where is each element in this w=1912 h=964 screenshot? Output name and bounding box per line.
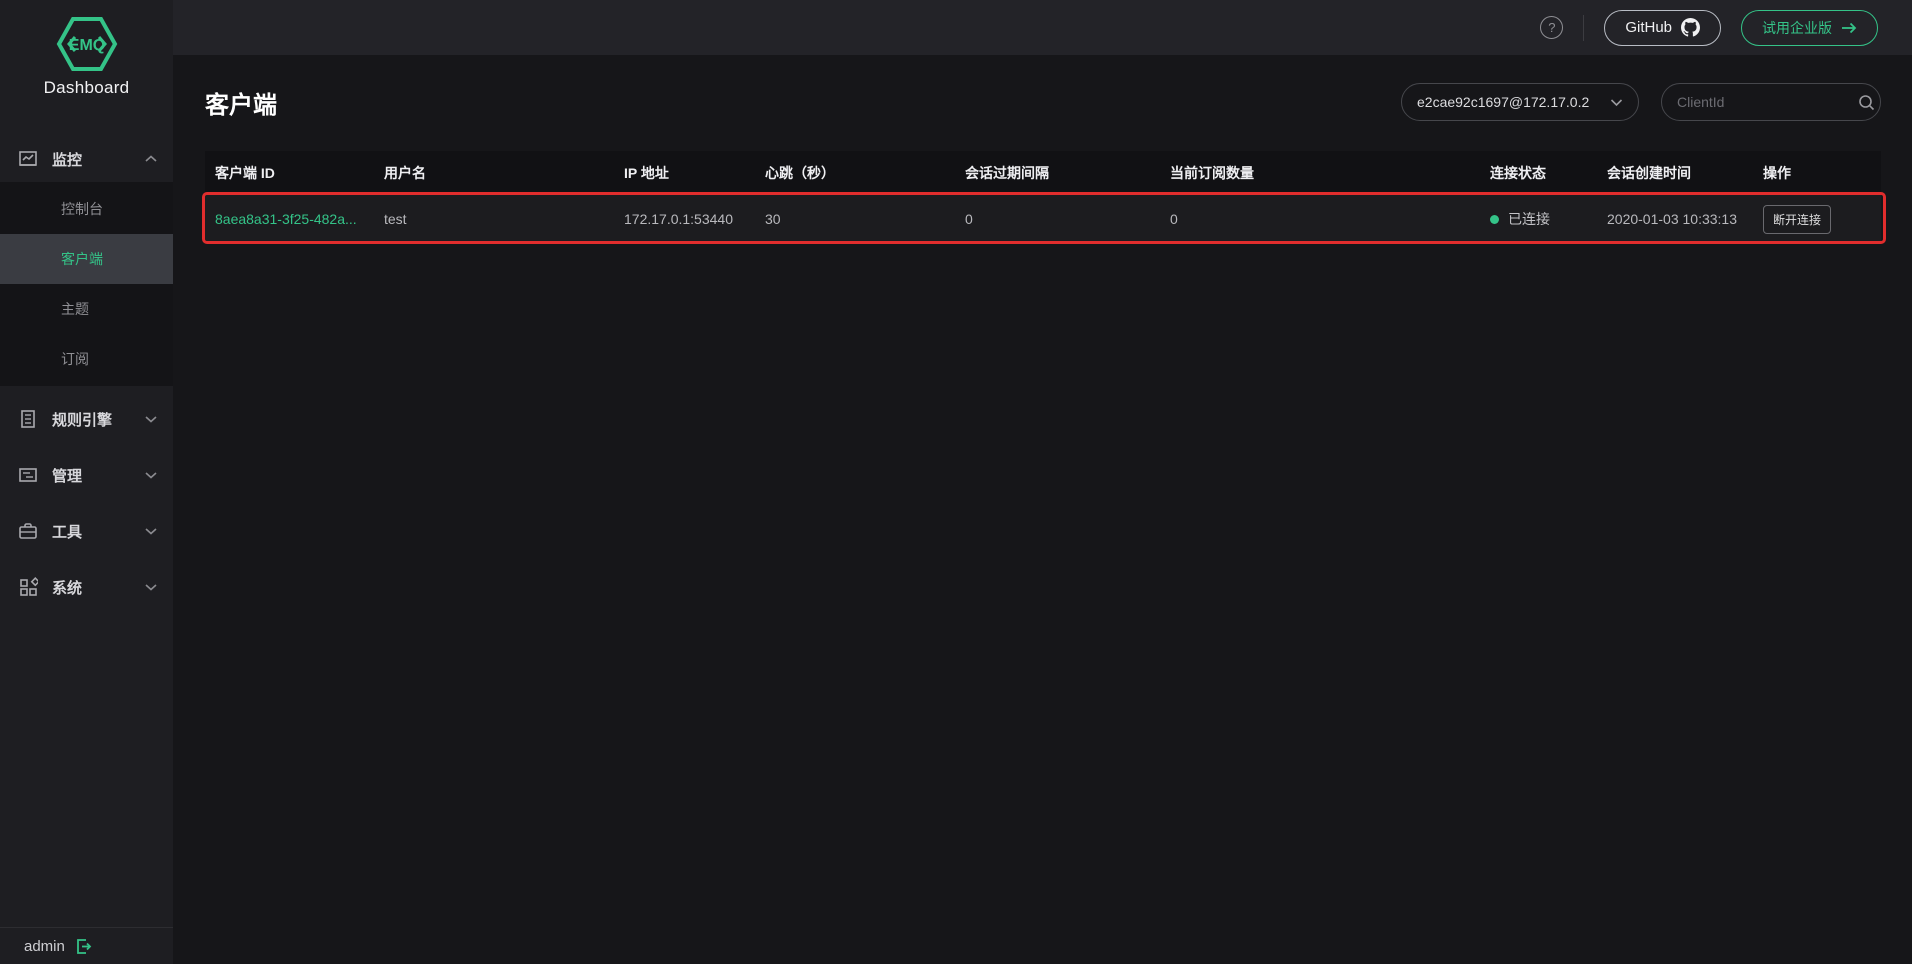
app-title: Dashboard bbox=[0, 78, 173, 98]
sidebar-footer: admin bbox=[0, 927, 173, 964]
header-controls: e2cae92c1697@172.17.0.2 bbox=[1401, 83, 1881, 121]
sidebar-item-subscriptions[interactable]: 订阅 bbox=[0, 334, 173, 384]
sidebar-item-topics[interactable]: 主题 bbox=[0, 284, 173, 334]
username: admin bbox=[24, 938, 65, 955]
sidebar-item-label: 规则引擎 bbox=[52, 409, 112, 430]
sidebar: EMQ Dashboard 监控 控制台 客户端 主题 订阅 规则引擎 bbox=[0, 0, 173, 964]
col-actions: 操作 bbox=[1753, 151, 1881, 194]
connected-dot-icon bbox=[1490, 215, 1499, 224]
sidebar-item-monitor[interactable]: 监控 bbox=[0, 136, 173, 182]
table-row: 8aea8a31-3f25-482a... test 172.17.0.1:53… bbox=[205, 194, 1881, 244]
client-id-link[interactable]: 8aea8a31-3f25-482a... bbox=[215, 211, 357, 227]
submenu-label: 控制台 bbox=[61, 199, 103, 219]
svg-text:EMQ: EMQ bbox=[68, 37, 104, 54]
sidebar-item-overview[interactable]: 控制台 bbox=[0, 184, 173, 234]
clients-table: 客户端 ID 用户名 IP 地址 心跳（秒） 会话过期间隔 当前订阅数量 连接状… bbox=[205, 151, 1881, 244]
try-enterprise-label: 试用企业版 bbox=[1762, 18, 1832, 38]
management-icon bbox=[18, 465, 38, 485]
emq-logo-icon: EMQ bbox=[56, 16, 118, 72]
cell-heartbeat: 30 bbox=[755, 194, 955, 244]
node-select-value: e2cae92c1697@172.17.0.2 bbox=[1417, 94, 1589, 110]
logout-icon[interactable] bbox=[75, 938, 92, 955]
page-title: 客户端 bbox=[205, 85, 277, 120]
chevron-down-icon bbox=[145, 471, 157, 479]
arrow-right-icon bbox=[1841, 22, 1857, 34]
sidebar-item-system[interactable]: 系统 bbox=[0, 564, 173, 610]
sidebar-item-label: 工具 bbox=[52, 521, 82, 542]
submenu-label: 主题 bbox=[61, 299, 89, 319]
cell-subscriptions: 0 bbox=[1160, 194, 1480, 244]
col-status: 连接状态 bbox=[1480, 151, 1597, 194]
sidebar-item-label: 系统 bbox=[52, 577, 82, 598]
github-icon bbox=[1681, 18, 1700, 37]
monitor-submenu: 控制台 客户端 主题 订阅 bbox=[0, 182, 173, 386]
sidebar-item-tools[interactable]: 工具 bbox=[0, 508, 173, 554]
client-search bbox=[1661, 83, 1881, 121]
main-content: 客户端 e2cae92c1697@172.17.0.2 bbox=[173, 55, 1912, 964]
submenu-label: 订阅 bbox=[61, 349, 89, 369]
emqx-dashboard-page: { "colors": { "accent": "#34c388", "anno… bbox=[0, 0, 1912, 964]
sidebar-item-rule-engine[interactable]: 规则引擎 bbox=[0, 396, 173, 442]
chevron-up-icon bbox=[145, 155, 157, 163]
cell-created-at: 2020-01-03 10:33:13 bbox=[1597, 194, 1753, 244]
sidebar-item-clients[interactable]: 客户端 bbox=[0, 234, 173, 284]
node-select[interactable]: e2cae92c1697@172.17.0.2 bbox=[1401, 83, 1639, 121]
cell-status: 已连接 bbox=[1480, 194, 1597, 244]
topbar-divider bbox=[1583, 15, 1584, 41]
cell-session-expiry: 0 bbox=[955, 194, 1160, 244]
col-heartbeat: 心跳（秒） bbox=[755, 151, 955, 194]
chevron-down-icon bbox=[145, 583, 157, 591]
github-button[interactable]: GitHub bbox=[1604, 10, 1721, 46]
chevron-down-icon bbox=[145, 527, 157, 535]
sidebar-menu: 监控 控制台 客户端 主题 订阅 规则引擎 管理 bbox=[0, 136, 173, 927]
cell-username: test bbox=[374, 194, 614, 244]
col-created-at: 会话创建时间 bbox=[1597, 151, 1753, 194]
sidebar-item-label: 监控 bbox=[52, 149, 82, 170]
github-button-label: GitHub bbox=[1625, 19, 1672, 36]
cell-actions: 断开连接 bbox=[1753, 194, 1881, 244]
monitor-icon bbox=[18, 149, 38, 169]
col-session-expiry: 会话过期间隔 bbox=[955, 151, 1160, 194]
help-icon[interactable]: ? bbox=[1540, 16, 1563, 39]
help-glyph: ? bbox=[1548, 20, 1555, 35]
col-client-id: 客户端 ID bbox=[205, 151, 374, 194]
submenu-label: 客户端 bbox=[61, 249, 103, 269]
chevron-down-icon bbox=[145, 415, 157, 423]
cell-ip: 172.17.0.1:53440 bbox=[614, 194, 755, 244]
table-header-row: 客户端 ID 用户名 IP 地址 心跳（秒） 会话过期间隔 当前订阅数量 连接状… bbox=[205, 151, 1881, 194]
system-icon bbox=[18, 577, 38, 597]
col-username: 用户名 bbox=[374, 151, 614, 194]
sidebar-item-management[interactable]: 管理 bbox=[0, 452, 173, 498]
main-header: 客户端 e2cae92c1697@172.17.0.2 bbox=[173, 55, 1912, 121]
clients-table-wrap: 客户端 ID 用户名 IP 地址 心跳（秒） 会话过期间隔 当前订阅数量 连接状… bbox=[205, 151, 1881, 244]
col-subscriptions: 当前订阅数量 bbox=[1160, 151, 1480, 194]
client-search-input[interactable] bbox=[1677, 94, 1858, 110]
col-ip: IP 地址 bbox=[614, 151, 755, 194]
sidebar-item-label: 管理 bbox=[52, 465, 82, 486]
disconnect-button[interactable]: 断开连接 bbox=[1763, 205, 1831, 234]
status-label: 已连接 bbox=[1508, 211, 1550, 227]
rule-engine-icon bbox=[18, 409, 38, 429]
try-enterprise-button[interactable]: 试用企业版 bbox=[1741, 10, 1878, 46]
tools-icon bbox=[18, 521, 38, 541]
topbar: ? GitHub 试用企业版 bbox=[173, 0, 1912, 55]
logo: EMQ Dashboard bbox=[0, 0, 173, 108]
search-icon[interactable] bbox=[1858, 94, 1875, 111]
chevron-down-icon bbox=[1610, 98, 1623, 107]
